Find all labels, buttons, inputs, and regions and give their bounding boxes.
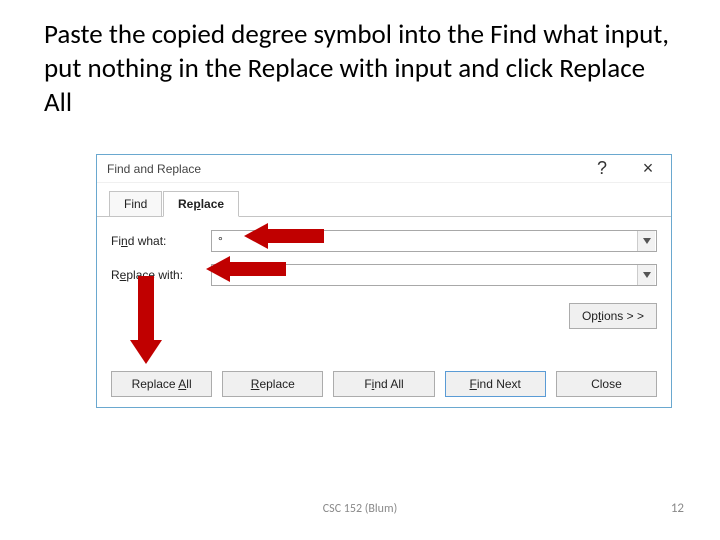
chevron-down-icon	[643, 272, 651, 278]
dialog-close-button[interactable]: Close	[556, 371, 657, 397]
help-icon: ?	[597, 158, 607, 179]
footer-course: CSC 152 (Blum)	[0, 502, 720, 516]
find-all-button[interactable]: Find All	[333, 371, 434, 397]
replace-button[interactable]: Replace	[222, 371, 323, 397]
find-what-label: Find what:	[111, 234, 211, 248]
help-button[interactable]: ?	[579, 155, 625, 183]
dialog-title: Find and Replace	[107, 162, 201, 176]
tab-find[interactable]: Find	[109, 191, 162, 217]
replace-with-label: Replace with:	[111, 268, 211, 282]
find-next-button[interactable]: Find Next	[445, 371, 546, 397]
slide-heading: Paste the copied degree symbol into the …	[44, 18, 674, 119]
chevron-down-icon	[643, 238, 651, 244]
find-what-dropdown[interactable]	[637, 231, 655, 251]
close-icon: ×	[643, 158, 654, 179]
replace-all-button[interactable]: Replace All	[111, 371, 212, 397]
tab-replace[interactable]: Replace	[163, 191, 239, 217]
replace-with-dropdown[interactable]	[637, 265, 655, 285]
close-button[interactable]: ×	[625, 155, 671, 183]
footer-page-number: 12	[671, 501, 684, 516]
dialog-titlebar: Find and Replace ? ×	[97, 155, 671, 183]
tabs-row: Find Replace	[97, 187, 671, 217]
options-button[interactable]: Options > >	[569, 303, 657, 329]
find-replace-dialog: Find and Replace ? × Find Replace Find w…	[96, 154, 672, 408]
